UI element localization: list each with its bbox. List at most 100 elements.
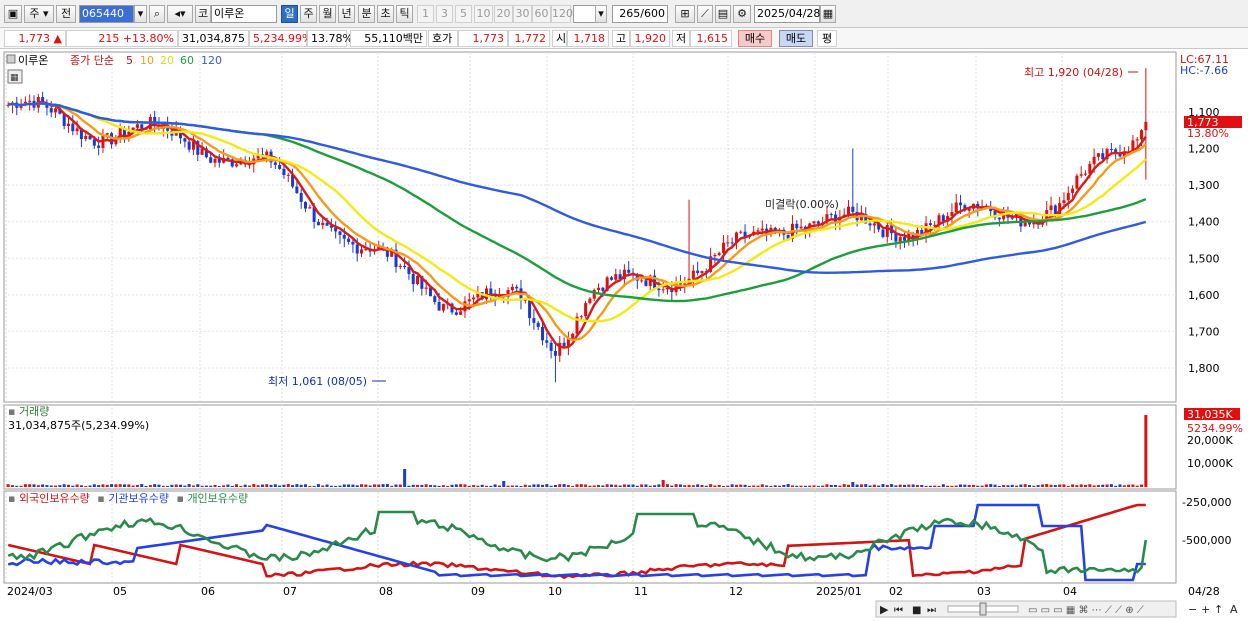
- period-daily-button[interactable]: 일: [281, 5, 298, 23]
- holdings-legend-bullet-2: ▪: [97, 492, 108, 505]
- candle-body: [683, 283, 687, 285]
- period-unit-dropdown[interactable]: 주 ▾: [24, 5, 54, 23]
- holdings-legend: ▪ 외국인보유수량 ▪ 기관보유수량 ▪ 개인보유수량: [8, 492, 248, 505]
- period-second-button[interactable]: 초: [377, 5, 394, 23]
- volume-tag-text: 31,035K: [1187, 408, 1233, 421]
- tool-icons[interactable]: ▭ ▭ ▭ ▦ ⌘ ⋯ ⟋ ⟋ ⊕ ⟋: [1028, 605, 1144, 616]
- bid-price: 1,772: [508, 30, 550, 47]
- search-icon[interactable]: ⌕: [149, 5, 165, 23]
- window-menu-icon[interactable]: ▣: [4, 5, 22, 23]
- interval-10-button[interactable]: 10: [474, 5, 493, 23]
- interval-5-button[interactable]: 5: [455, 5, 472, 23]
- candle-body: [71, 123, 75, 132]
- volume-bar: [773, 485, 777, 487]
- indicator-icon[interactable]: ⊞: [675, 5, 695, 23]
- volume-bar: [553, 485, 557, 487]
- volume-bar: [260, 484, 264, 487]
- candle-body: [562, 342, 566, 347]
- scroll-prev-icon[interactable]: ⏮: [894, 605, 903, 616]
- stock-code-input[interactable]: 065440: [79, 5, 134, 23]
- sound-icon[interactable]: ◂▾: [167, 5, 193, 23]
- volume-bar: [687, 484, 691, 487]
- volume-bar: [683, 485, 687, 487]
- gear-icon[interactable]: ⚙: [733, 5, 751, 23]
- legend-box-icon[interactable]: [6, 54, 16, 64]
- interval-30-button[interactable]: 30: [513, 5, 532, 23]
- name-prefix-button[interactable]: 코: [195, 5, 211, 23]
- calendar-icon[interactable]: ▦: [820, 5, 836, 23]
- zoom-out-icon[interactable]: −: [1188, 603, 1197, 616]
- volume-bar: [174, 484, 178, 487]
- volume-bar: [58, 485, 62, 487]
- candle-body: [657, 288, 661, 291]
- volume-bar: [997, 485, 1001, 487]
- interval-60-button[interactable]: 60: [532, 5, 551, 23]
- volume-summary: 31,034,875주(5,234.99%): [8, 419, 149, 432]
- low-annotation: 최저 1,061 (08/05): [268, 375, 367, 388]
- candle-body: [303, 201, 308, 209]
- candle-body: [597, 287, 601, 290]
- interval-1-button[interactable]: 1: [417, 5, 434, 23]
- save-icon[interactable]: ▤: [715, 5, 731, 23]
- period-yearly-button[interactable]: 년: [338, 5, 355, 23]
- period-weekly-button[interactable]: 주: [300, 5, 317, 23]
- interval-3-button[interactable]: 3: [436, 5, 453, 23]
- volume-bar: [704, 485, 708, 487]
- volume-bar: [536, 484, 540, 487]
- volume-bar: [118, 484, 122, 487]
- custom-interval-dropdown-icon[interactable]: ▾: [595, 5, 607, 23]
- volume-bar: [312, 485, 316, 487]
- volume-bar: [950, 485, 954, 487]
- volume-bar: [148, 485, 152, 487]
- volume-bar: [166, 485, 170, 487]
- font-icon[interactable]: A: [1230, 603, 1238, 616]
- volume-bar: [502, 481, 506, 487]
- month-label: 09: [471, 585, 485, 598]
- scroll-next-icon[interactable]: ▶: [880, 603, 889, 616]
- volume-bar: [829, 484, 833, 487]
- candle-body: [66, 123, 70, 126]
- sell-button[interactable]: 매도: [779, 30, 813, 47]
- volume-bar: [489, 485, 493, 487]
- data-count-field[interactable]: 265/600: [612, 5, 668, 23]
- volume-bar: [476, 485, 480, 487]
- volume-bar: [71, 485, 75, 487]
- stock-name-field[interactable]: 이루온: [211, 5, 277, 23]
- holdings-tick-250000: -250,000: [1182, 496, 1231, 509]
- stop-icon[interactable]: ■: [912, 605, 921, 616]
- holdings-legend-bullet-1: ▪: [8, 492, 19, 505]
- volume-bar: [1023, 484, 1027, 487]
- volume-bar: [196, 484, 200, 487]
- draw-icon[interactable]: ⟋: [697, 5, 713, 23]
- volume-bar: [493, 484, 497, 487]
- interval-20-button[interactable]: 20: [494, 5, 513, 23]
- volume-bar: [1040, 484, 1044, 487]
- volume-bar: [877, 485, 881, 487]
- prev-button[interactable]: 전: [56, 5, 76, 23]
- stock-chart[interactable]: 1,8001,7001,6001,5001,4001,3001,2001,100…: [0, 50, 1248, 621]
- volume-bar: [114, 484, 118, 487]
- scroll-end-icon[interactable]: ⏭: [927, 605, 936, 616]
- period-minute-button[interactable]: 분: [358, 5, 375, 23]
- interval-120-button[interactable]: 120: [551, 5, 573, 23]
- volume-bar: [398, 484, 402, 487]
- volume-bar: [291, 485, 295, 487]
- candle-body: [1084, 173, 1088, 175]
- date-field[interactable]: 2025/04/28: [754, 5, 820, 23]
- volume-bar: [510, 485, 514, 487]
- up-arrow-icon[interactable]: ↑: [1214, 603, 1223, 616]
- eval-button[interactable]: 평: [817, 30, 837, 47]
- zoom-slider-handle[interactable]: [979, 602, 987, 616]
- candle-body: [799, 226, 803, 229]
- code-dropdown-icon[interactable]: ▾: [134, 5, 147, 23]
- period-monthly-button[interactable]: 월: [319, 5, 336, 23]
- candle-body: [1140, 130, 1144, 140]
- volume-bar: [170, 484, 174, 487]
- candle-body: [851, 206, 855, 212]
- zoom-in-icon[interactable]: +: [1201, 603, 1210, 616]
- period-tick-button[interactable]: 틱: [396, 5, 413, 23]
- candle-body: [588, 298, 592, 304]
- candle-body: [308, 207, 312, 209]
- buy-button[interactable]: 매수: [738, 30, 772, 47]
- volume-bar: [463, 484, 467, 487]
